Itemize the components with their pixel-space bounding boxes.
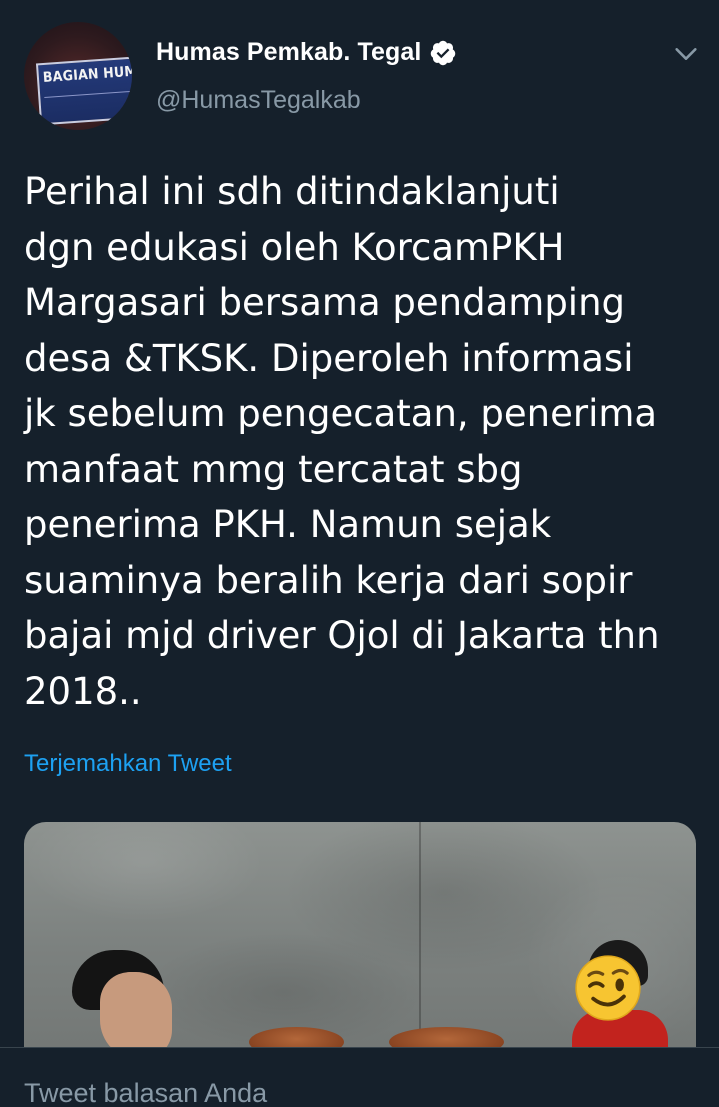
profile-avatar[interactable]: BAGIAN HUMAS <box>24 22 132 130</box>
chevron-down-icon[interactable] <box>672 40 700 68</box>
tweet-line: Perihal ini sdh ditindaklanjuti <box>24 170 560 213</box>
reply-bar: Tweet balasan Anda <box>0 1047 719 1107</box>
avatar-sign-text: BAGIAN HUMAS <box>42 62 132 87</box>
tweet-line: suaminya beralih kerja dari sopir <box>24 558 633 602</box>
tweet-line: bajai mjd driver Ojol di Jakarta thn <box>24 614 660 657</box>
winking-face-emoji-icon <box>575 955 641 1021</box>
verified-badge-icon <box>431 40 456 65</box>
tweet-line: dgn edukasi oleh KorcamPKH <box>24 225 565 269</box>
tweet-line: penerima PKH. Namun sejak <box>24 503 552 546</box>
tweet-line: desa &TKSK. Diperoleh informasi <box>24 336 634 380</box>
translate-tweet-link[interactable]: Terjemahkan Tweet <box>24 750 232 778</box>
photo-person-left <box>72 950 172 1060</box>
tweet-detail-screen: BAGIAN HUMAS Humas Pemkab. Tegal @HumasT… <box>0 0 719 1107</box>
reply-input[interactable]: Tweet balasan Anda <box>24 1078 267 1107</box>
tweet-line: Margasari bersama pendamping <box>24 281 626 324</box>
author-display-name[interactable]: Humas Pemkab. Tegal <box>156 38 421 67</box>
tweet-line: jk sebelum pengecatan, penerima <box>24 392 658 435</box>
author-handle[interactable]: @HumasTegalkab <box>156 86 361 115</box>
tweet-body: Perihal ini sdh ditindaklanjuti dgn eduk… <box>24 164 704 719</box>
tweet-line: manfaat mmg tercatat sbg <box>24 447 523 491</box>
avatar-sign: BAGIAN HUMAS <box>35 56 132 126</box>
tweet-line: 2018.. <box>24 669 142 713</box>
author-name-row: Humas Pemkab. Tegal <box>156 38 457 67</box>
